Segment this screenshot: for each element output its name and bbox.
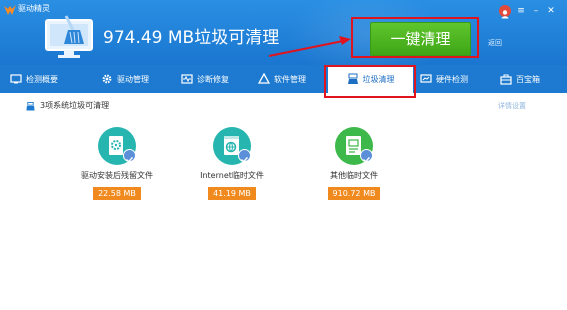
menu-icon[interactable]: ≡ xyxy=(515,5,527,17)
diagnose-icon xyxy=(181,74,193,84)
junk-summary: 3项系统垃圾可清理 xyxy=(40,101,110,110)
hardware-icon xyxy=(420,74,432,83)
monitor-broom-icon xyxy=(45,15,93,58)
back-link[interactable]: 返回 xyxy=(488,39,502,48)
toolbox-icon xyxy=(500,74,512,85)
tab-label: 软件管理 xyxy=(274,74,306,84)
tab-software-management[interactable]: 软件管理 xyxy=(258,65,322,93)
checked-icon[interactable] xyxy=(123,149,136,163)
junk-item-label: Internet临时文件 xyxy=(200,171,264,180)
broom-small-icon xyxy=(26,102,35,111)
driver-residue-icon xyxy=(98,127,136,165)
monitor-icon xyxy=(10,74,22,84)
tab-toolbox[interactable]: 百宝箱 xyxy=(500,65,560,93)
junk-item-size-badge: 910.72 MB xyxy=(327,187,381,200)
tab-hardware-check[interactable]: 硬件检测 xyxy=(420,65,486,93)
junk-item-other-temp[interactable]: 其他临时文件 910.72 MB xyxy=(294,127,414,200)
one-click-clean-button[interactable]: 一键清理 xyxy=(370,22,471,56)
junk-item-internet-temp[interactable]: Internet临时文件 41.19 MB xyxy=(172,127,292,200)
tab-driver-management[interactable]: 驱动管理 xyxy=(101,65,165,93)
tab-label: 垃圾清理 xyxy=(362,74,395,84)
minimize-icon[interactable]: – xyxy=(530,5,542,17)
software-icon xyxy=(258,73,270,84)
checked-icon[interactable] xyxy=(360,149,373,163)
junk-item-size-badge: 22.58 MB xyxy=(93,187,141,200)
app-window: 驱动精灵 974.49 MB垃圾可清理 一键清理 返回 ≡ – ✕ 检测概要 驱… xyxy=(0,0,567,310)
trash-size-text: 974.49 MB垃圾可清理 xyxy=(103,28,280,48)
header: 驱动精灵 974.49 MB垃圾可清理 一键清理 返回 ≡ – ✕ xyxy=(0,0,567,65)
tab-label: 百宝箱 xyxy=(516,74,540,84)
tab-overview[interactable]: 检测概要 xyxy=(10,65,74,93)
tab-label: 诊断修复 xyxy=(197,74,229,84)
junk-item-label: 其他临时文件 xyxy=(330,171,378,180)
close-icon[interactable]: ✕ xyxy=(545,5,557,17)
tab-diagnose-repair[interactable]: 诊断修复 xyxy=(181,65,245,93)
internet-temp-icon xyxy=(213,127,251,165)
app-title: 驱动精灵 xyxy=(18,4,50,13)
junk-item-driver-residue[interactable]: 驱动安装后残留文件 22.58 MB xyxy=(57,127,177,200)
tab-label: 检测概要 xyxy=(26,74,58,84)
tab-label: 驱动管理 xyxy=(117,74,149,84)
avatar[interactable] xyxy=(499,5,511,19)
junk-item-label: 驱动安装后残留文件 xyxy=(81,171,153,180)
broom-icon xyxy=(347,73,358,84)
details-settings-link[interactable]: 详情设置 xyxy=(498,102,526,111)
gear-icon xyxy=(102,74,112,84)
checked-icon[interactable] xyxy=(238,149,251,163)
app-logo-icon xyxy=(4,5,16,15)
tab-bar: 检测概要 驱动管理 诊断修复 软件管理 垃圾清理 硬件检测 百宝箱 xyxy=(0,65,567,93)
junk-item-size-badge: 41.19 MB xyxy=(208,187,256,200)
annotation-arrow xyxy=(268,36,351,57)
tab-label: 硬件检测 xyxy=(436,74,468,84)
tab-junk-clean[interactable]: 垃圾清理 xyxy=(328,65,413,93)
other-temp-icon xyxy=(335,127,373,165)
